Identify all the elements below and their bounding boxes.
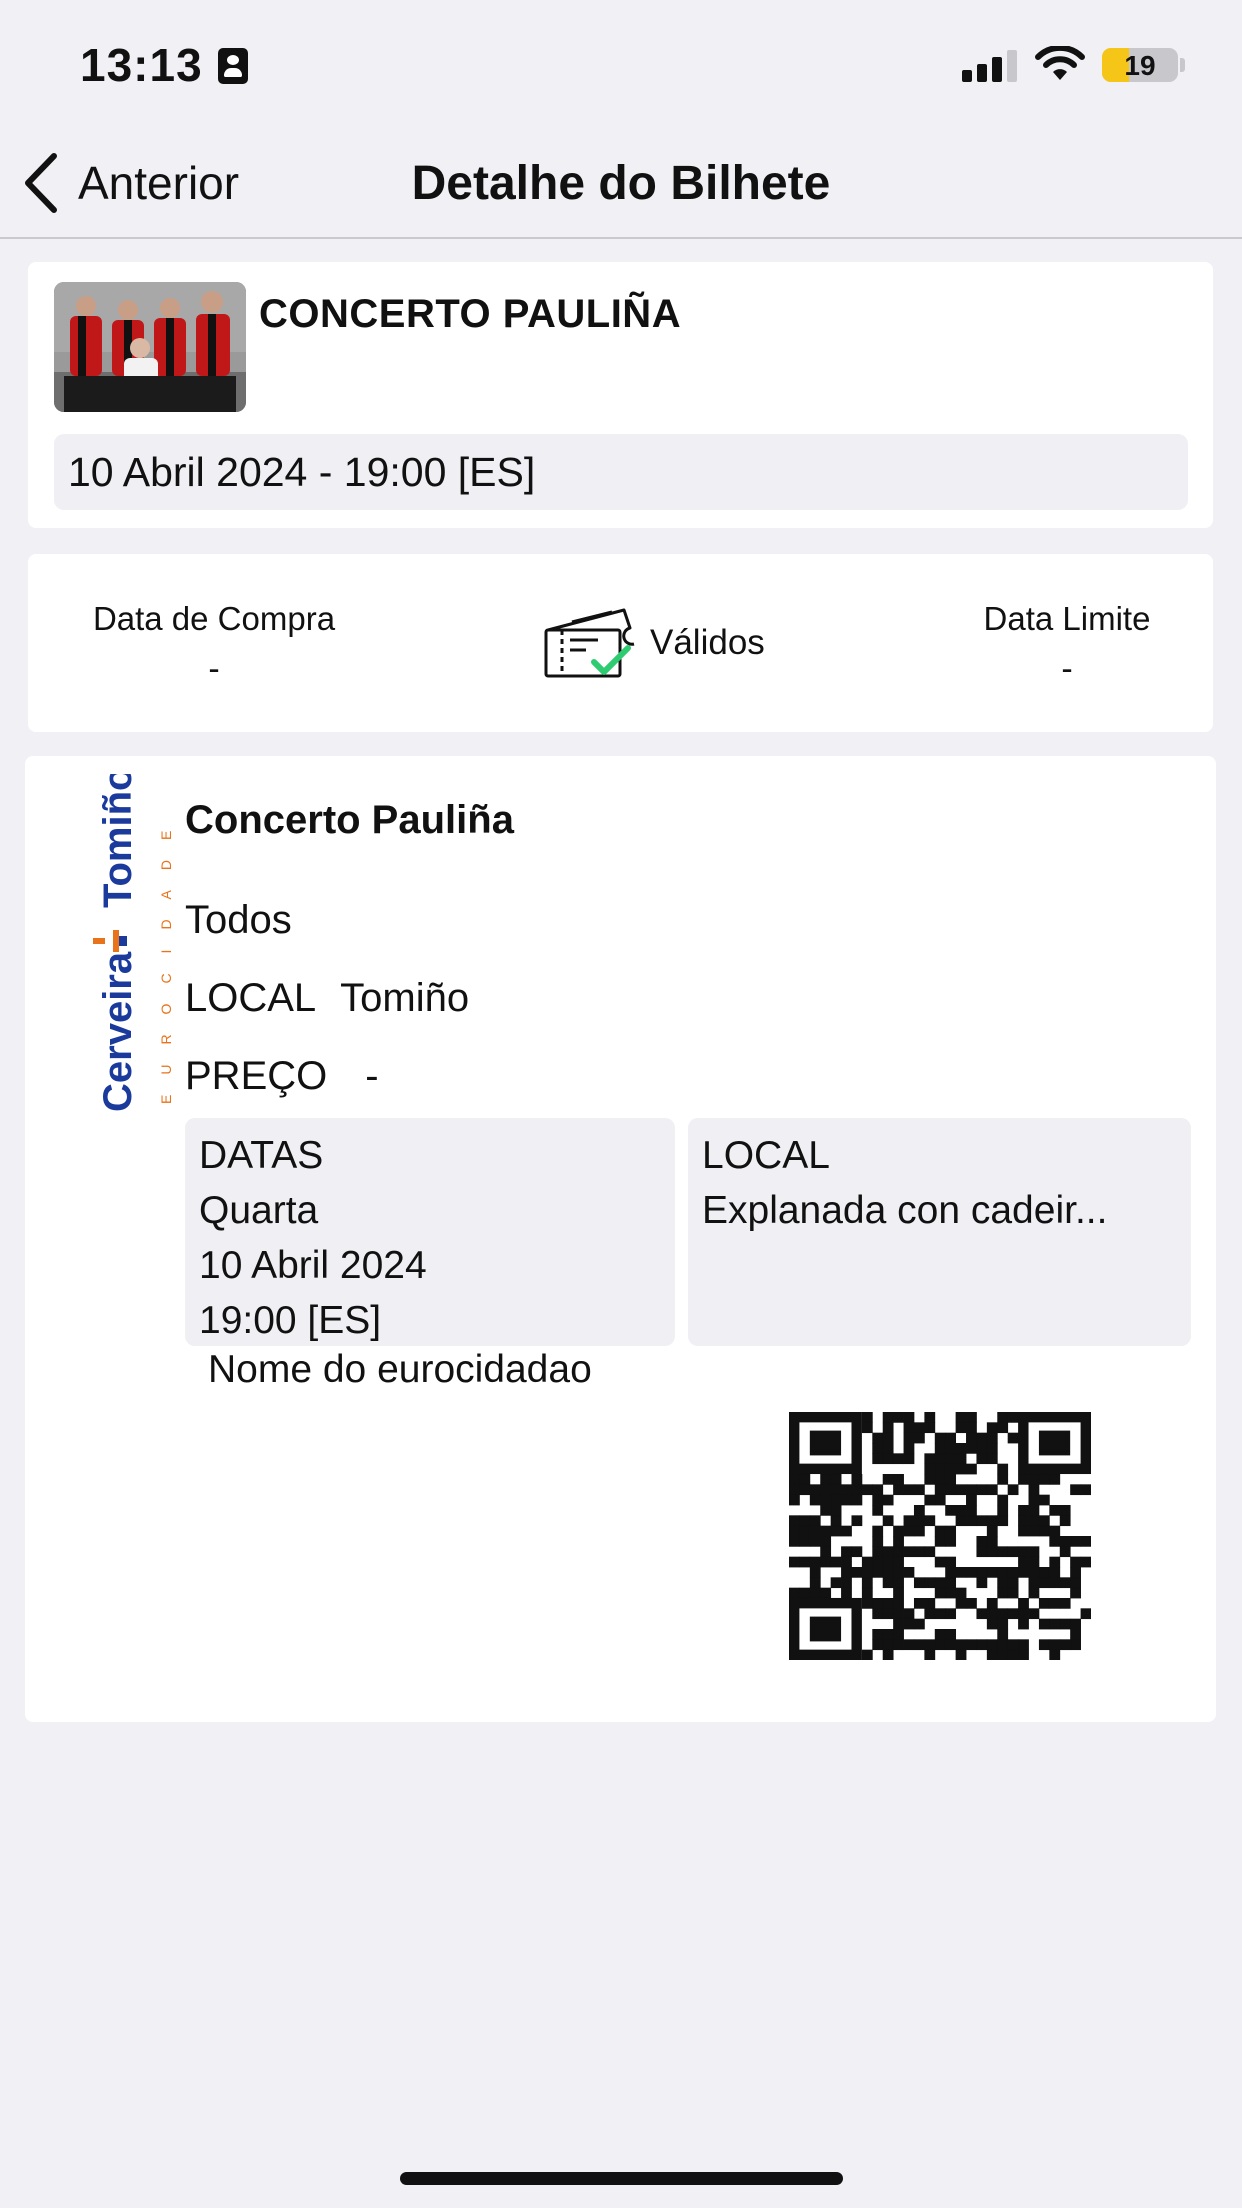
home-indicator[interactable] xyxy=(400,2172,843,2185)
ticket-local: LOCAL Tomiño xyxy=(185,976,469,1021)
ticket-local-value: Tomiño xyxy=(340,976,470,1020)
venue-box: LOCAL Explanada con cadeir... xyxy=(688,1118,1191,1346)
logo-text-cerveira: Cerveira xyxy=(96,951,140,1112)
battery-level: 19 xyxy=(1124,50,1156,81)
navigation-bar: Anterior Detalhe do Bilhete xyxy=(0,130,1242,239)
venue-value: Explanada con cadeir... xyxy=(702,1189,1108,1232)
limit-date-value: - xyxy=(1061,650,1073,688)
ticket-card: Cerveira Tomiño EUROCIDADE Concerto Paul… xyxy=(25,756,1216,1722)
limit-date-label: Data Limite xyxy=(983,600,1151,637)
purchase-info-card: Data de Compra - Válidos Data Limite - xyxy=(28,554,1213,732)
battery-icon: 19 xyxy=(1102,48,1178,82)
dates-box: DATAS Quarta 10 Abril 2024 19:00 [ES] xyxy=(185,1118,675,1346)
qr-code xyxy=(789,1412,1091,1660)
event-datetime: 10 Abril 2024 - 19:00 [ES] xyxy=(54,434,1188,510)
contact-card-icon xyxy=(218,48,248,84)
page-title-text: Detalhe do Bilhete xyxy=(411,157,831,210)
event-image xyxy=(54,282,246,412)
status-bar: 13:13 19 xyxy=(0,0,1242,130)
purchase-date-label: Data de Compra xyxy=(92,600,336,637)
ticket-price: PREÇO - xyxy=(185,1054,379,1099)
page-title: Detalhe do Bilhete xyxy=(0,156,1242,211)
holder-name: Nome do eurocidadao xyxy=(208,1348,592,1391)
ticket-event-name: Concerto Pauliña xyxy=(185,798,514,842)
dates-time: 19:00 [ES] xyxy=(199,1299,382,1342)
status-time: 13:13 xyxy=(80,39,203,91)
event-datetime-text: 10 Abril 2024 - 19:00 [ES] xyxy=(68,448,536,495)
event-title: CONCERTO PAULIÑA xyxy=(259,292,682,336)
limit-date: Data Limite - xyxy=(957,600,1177,689)
dates-label: DATAS xyxy=(199,1134,324,1177)
ticket-price-value: - xyxy=(365,1054,379,1098)
signal-icon xyxy=(962,48,1018,82)
cerveira-tomino-logo: Cerveira Tomiño EUROCIDADE xyxy=(93,774,174,1112)
dates-date: 10 Abril 2024 xyxy=(199,1244,427,1287)
wifi-icon xyxy=(1035,46,1085,80)
logo-text-tomino: Tomiño xyxy=(96,774,140,908)
venue-label: LOCAL xyxy=(702,1134,830,1177)
battery-tip xyxy=(1180,58,1185,72)
ticket-status-label: Válidos xyxy=(650,623,765,662)
purchase-date: Data de Compra - xyxy=(64,600,364,689)
event-card: CONCERTO PAULIÑA 10 Abril 2024 - 19:00 [… xyxy=(28,262,1213,528)
dates-weekday: Quarta xyxy=(199,1189,319,1232)
ticket-audience: Todos xyxy=(185,898,292,942)
ticket-status: Válidos xyxy=(542,604,765,682)
ticket-price-label: PREÇO xyxy=(185,1054,328,1098)
purchase-date-value: - xyxy=(208,650,220,688)
ticket-local-label: LOCAL xyxy=(185,976,317,1020)
logo-text-eurocidade: EUROCIDADE xyxy=(158,811,174,1104)
ticket-check-icon xyxy=(544,608,635,678)
